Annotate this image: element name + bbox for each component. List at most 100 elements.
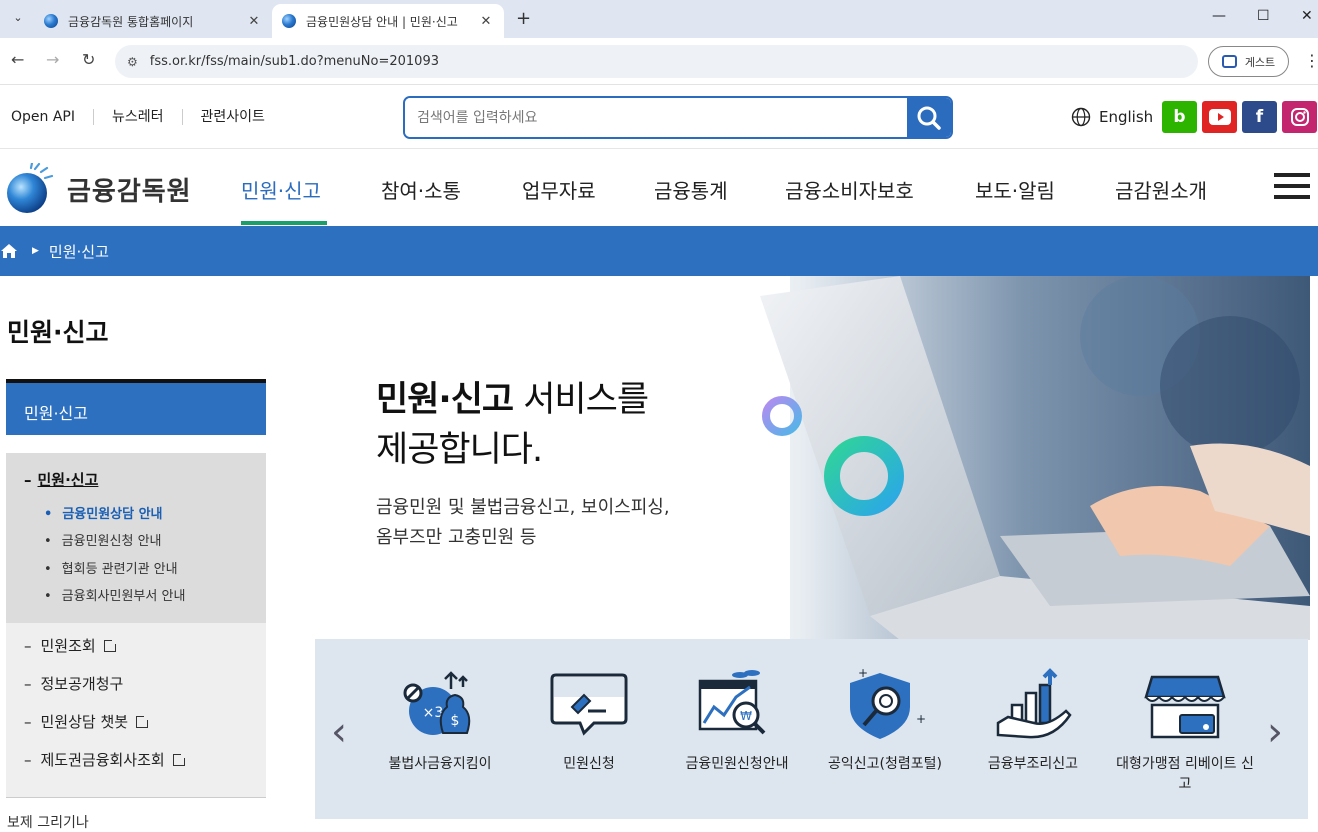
hand-chart-icon (996, 668, 1072, 739)
util-link-openapi[interactable]: Open API (11, 109, 93, 125)
money-bag-icon: ×3 $ (403, 671, 471, 735)
store-card-icon (1144, 675, 1226, 739)
service-complaint-apply[interactable]: 민원신청 (519, 667, 659, 773)
hamburger-menu-icon[interactable] (1274, 173, 1310, 201)
breadcrumb: ▶ 민원·신고 (0, 226, 1318, 276)
service-carousel: ‹ › ×3 $ 불법사금융지킴이 민원신청 ₩ 금융민원신청안내 + + 공익… (315, 639, 1308, 819)
fss-logo-emblem-icon (7, 163, 54, 213)
gnb-item-participation[interactable]: 참여·소통 (381, 175, 461, 204)
hero-title: 민원·신고 서비스를 제공합니다. (376, 375, 649, 475)
close-tab-icon[interactable]: ✕ (246, 14, 262, 29)
home-icon[interactable] (0, 243, 18, 259)
service-merchant-rebate[interactable]: 대형가맹점 리베이트 신고 (1115, 667, 1255, 793)
gnb-item-civil-complaint[interactable]: 민원·신고 (241, 175, 321, 204)
service-label: 금융민원신청안내 (685, 756, 789, 772)
service-label: 대형가맹점 리베이트 신고 (1116, 756, 1254, 792)
gnb-item-press[interactable]: 보도·알림 (975, 175, 1055, 204)
sidebar-item-consultation-guide[interactable]: 금융민원상담 안내 (44, 503, 162, 522)
carousel-next-icon[interactable]: › (1267, 709, 1283, 755)
sidebar-active-group: 민원·신고 금융민원상담 안내 금융민원신청 안내 협회등 관련기관 안내 금융… (6, 453, 266, 623)
close-window-icon[interactable]: ✕ (1301, 8, 1313, 24)
tab-search-chevron-icon[interactable]: ⌄ (8, 8, 28, 28)
gnb-item-consumer-protection[interactable]: 금융소비자보호 (785, 175, 914, 204)
browser-menu-icon[interactable]: ⋮ (1304, 51, 1318, 70)
service-label: 공익신고(청렴포털) (828, 756, 942, 772)
service-complaint-guide[interactable]: ₩ 금융민원신청안내 (667, 667, 807, 773)
hero-title-rest: 서비스를 (513, 380, 649, 420)
hero-desc-line1: 금융민원 및 불법금융신고, 보이스피싱, (376, 497, 670, 518)
fss-favicon-icon (44, 14, 58, 28)
youtube-play-icon (1208, 109, 1231, 125)
browser-tab-active[interactable]: 금융민원상담 안내 | 민원·신고 ✕ (272, 4, 504, 38)
sidebar-item-company-depts[interactable]: 금융회사민원부서 안내 (44, 585, 186, 604)
gnb-active-indicator (241, 221, 327, 225)
svg-text:+: + (916, 712, 926, 726)
utility-links: Open API 뉴스레터 관련사이트 (11, 109, 283, 125)
util-link-related-sites[interactable]: 관련사이트 (181, 109, 283, 125)
sidebar-item-label: 민원조회 (40, 637, 96, 655)
fss-logo[interactable]: 금융감독원 (5, 163, 192, 215)
sidebar-item-inquiry[interactable]: – 민원조회 (24, 635, 118, 656)
external-link-icon (172, 751, 187, 766)
sidebar-item-related-orgs[interactable]: 협회등 관련기관 안내 (44, 558, 178, 577)
chart-magnifier-icon: ₩ (698, 670, 766, 735)
sidebar-menu: – 민원조회 – 정보공개청구 – 민원상담 챗봇 – 제도권금융회사조회 (6, 623, 266, 798)
instagram-icon[interactable] (1282, 101, 1317, 133)
hero-desc-line2: 옴부즈만 고충민원 등 (376, 527, 537, 548)
external-link-icon (136, 713, 151, 728)
search-icon (917, 106, 941, 130)
sidebar-item-label: 제도권금융회사조회 (40, 751, 165, 769)
maximize-icon[interactable]: ☐ (1257, 8, 1270, 24)
breadcrumb-separator-icon: ▶ (32, 246, 39, 256)
external-link-icon (103, 637, 118, 652)
sidebar-item-application-guide[interactable]: 금융민원신청 안내 (44, 530, 162, 549)
language-switch[interactable]: English (1071, 107, 1153, 127)
util-link-newsletter[interactable]: 뉴스레터 (93, 109, 182, 125)
minimize-icon[interactable]: — (1212, 8, 1226, 24)
fss-favicon-icon (282, 14, 296, 28)
reload-icon[interactable]: ↻ (82, 50, 95, 69)
browser-tabbar: ⌄ 금융감독원 통합홈페이지 ✕ 금융민원상담 안내 | 민원·신고 ✕ + —… (0, 0, 1318, 38)
facebook-icon[interactable]: f (1242, 101, 1277, 133)
shield-search-icon: + + (850, 667, 926, 739)
search-button[interactable] (907, 98, 951, 137)
carousel-prev-icon[interactable]: ‹ (331, 709, 347, 755)
browser-tab-inactive[interactable]: 금융감독원 통합홈페이지 ✕ (34, 4, 272, 38)
address-bar[interactable]: ⚙ fss.or.kr/fss/main/sub1.do?menuNo=2010… (115, 45, 1198, 78)
instagram-glyph-icon (1290, 108, 1309, 126)
service-illegal-lending[interactable]: ×3 $ 불법사금융지킴이 (370, 667, 510, 773)
service-label: 민원신청 (563, 756, 615, 772)
new-tab-button[interactable]: + (516, 8, 531, 29)
service-misconduct-report[interactable]: 금융부조리신고 (963, 667, 1103, 773)
service-whistleblowing[interactable]: + + 공익신고(청렴포털) (815, 667, 955, 773)
site-info-icon[interactable]: ⚙ (127, 55, 138, 69)
hero-title-line2: 제공합니다. (376, 430, 543, 470)
sidebar-header[interactable]: 민원·신고 (6, 379, 266, 435)
browser-toolbar: ← → ↻ ⚙ fss.or.kr/fss/main/sub1.do?menuN… (0, 38, 1318, 85)
svg-text:+: + (858, 667, 868, 680)
sidebar-item-label: 민원상담 챗봇 (40, 713, 129, 731)
sidebar-group-label[interactable]: 민원·신고 (24, 469, 99, 490)
speech-pen-icon (550, 673, 628, 736)
close-tab-icon[interactable]: ✕ (478, 14, 494, 29)
svg-text:₩: ₩ (740, 709, 752, 723)
sidebar-item-chatbot[interactable]: – 민원상담 챗봇 (24, 711, 151, 732)
breadcrumb-current[interactable]: 민원·신고 (49, 241, 109, 262)
sidebar-item-label: 정보공개청구 (40, 675, 124, 693)
hero-laptop-image (670, 276, 1310, 640)
blog-icon[interactable]: b (1162, 101, 1197, 133)
sidebar-item-info-disclosure[interactable]: – 정보공개청구 (24, 673, 123, 694)
gnb-item-about[interactable]: 금감원소개 (1115, 175, 1207, 204)
hero-description: 금융민원 및 불법금융신고, 보이스피싱, 옴부즈만 고충민원 등 (376, 493, 670, 553)
gnb-item-statistics[interactable]: 금융통계 (654, 175, 728, 204)
profile-button[interactable]: 게스트 (1208, 46, 1289, 77)
language-label: English (1099, 108, 1154, 126)
sidebar-item-company-lookup[interactable]: – 제도권금융회사조회 (24, 749, 187, 770)
search-input[interactable] (405, 98, 909, 137)
gnb-item-work-data[interactable]: 업무자료 (522, 175, 596, 204)
url-text: fss.or.kr/fss/main/sub1.do?menuNo=201093 (149, 54, 439, 69)
laptop-typing-illustration-icon (670, 276, 1310, 640)
youtube-icon[interactable] (1202, 101, 1237, 133)
back-arrow-icon[interactable]: ← (11, 50, 24, 69)
forward-arrow-icon[interactable]: → (46, 50, 59, 69)
